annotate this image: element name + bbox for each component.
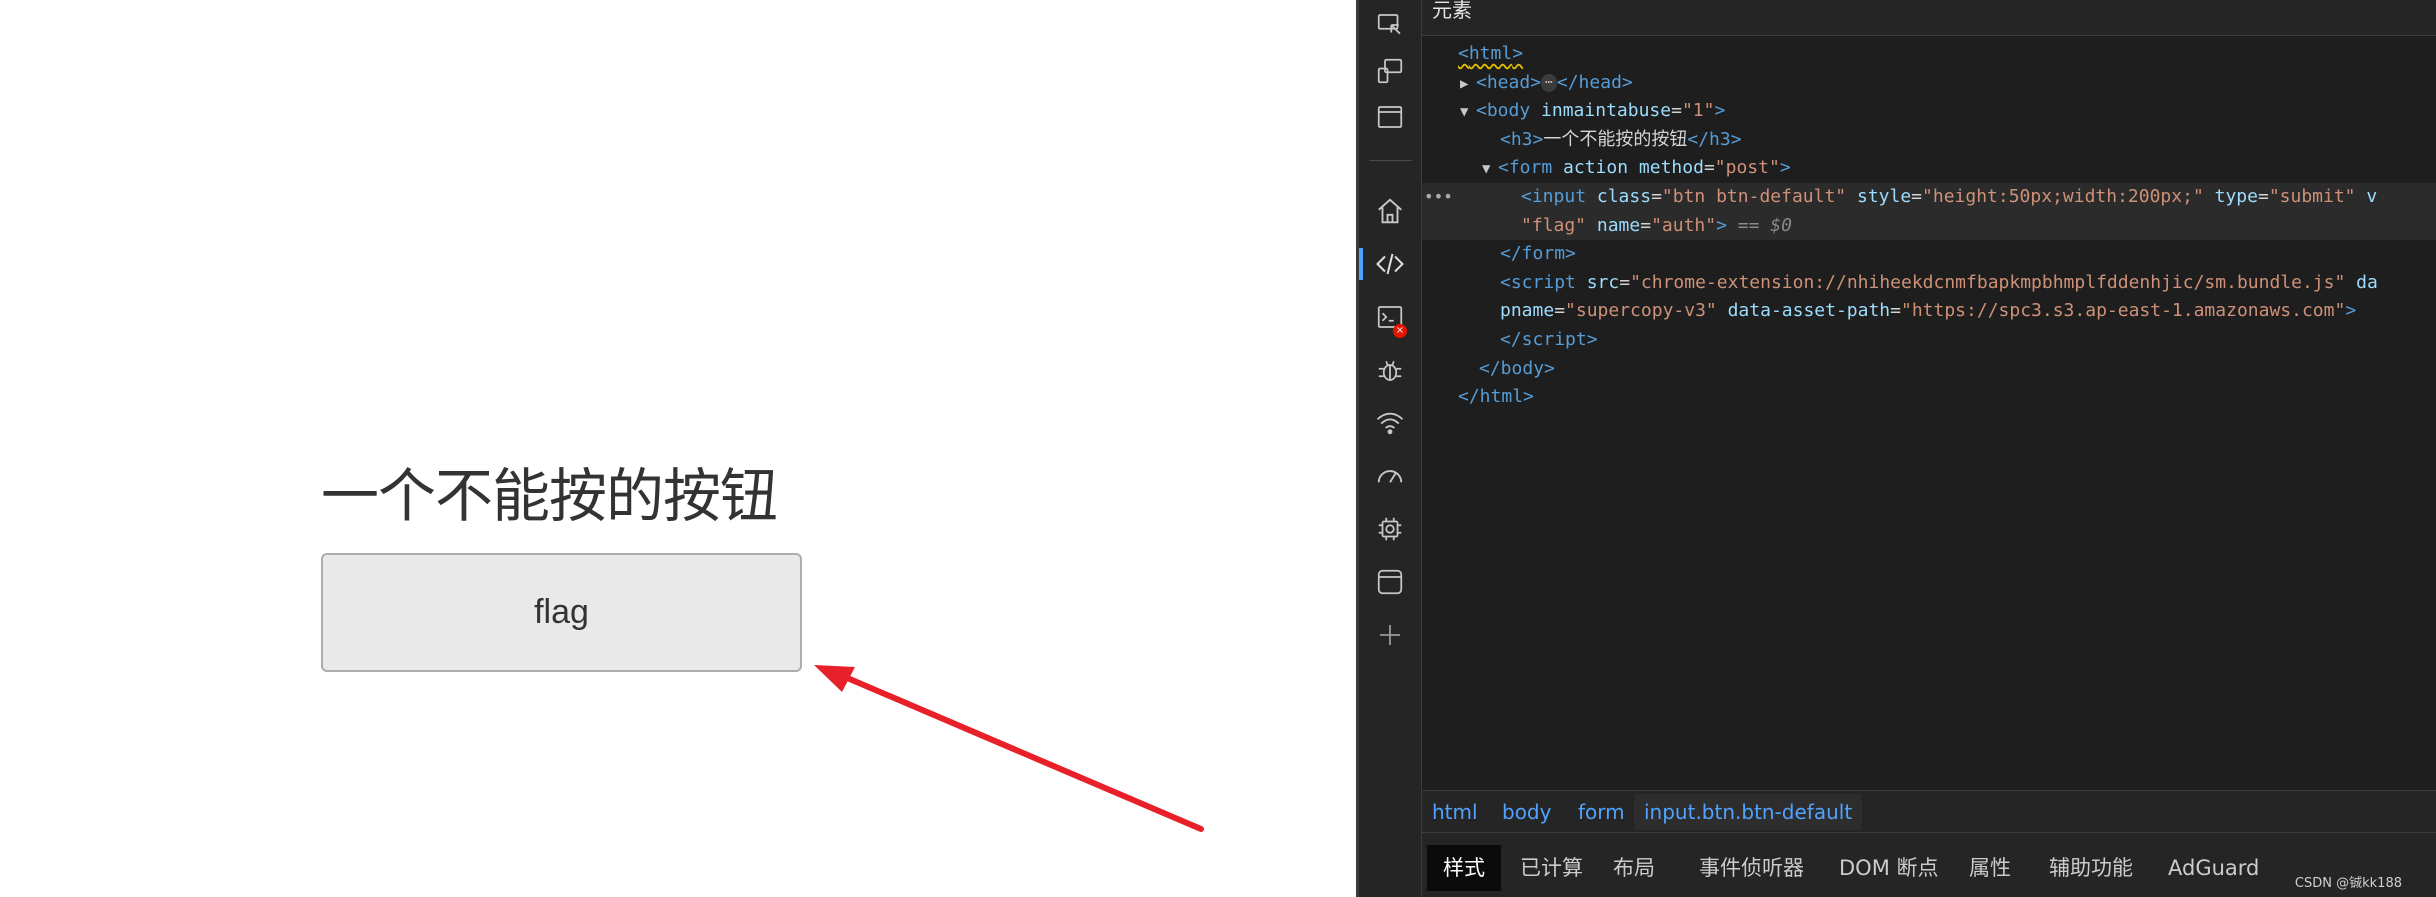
- annotation-arrow: [814, 665, 1204, 832]
- elements-icon[interactable]: [1373, 247, 1407, 281]
- dom-node-form[interactable]: ▼ <form action method="post">: [1422, 154, 2436, 183]
- styles-subtabs: 样式 已计算 布局 事件侦听器 DOM 断点 属性 辅助功能 AdGuard C…: [1422, 832, 2436, 897]
- device-emulation-icon[interactable]: [1373, 54, 1407, 88]
- dom-node-html-close[interactable]: </html>: [1422, 383, 2436, 412]
- window-icon[interactable]: [1373, 100, 1407, 134]
- dom-node-input-selected-cont[interactable]: "flag" name="auth"> == $0: [1422, 211, 2436, 241]
- selected-node-marker: == $0: [1737, 214, 1792, 236]
- network-icon[interactable]: [1373, 406, 1407, 440]
- active-tool-indicator: [1359, 248, 1363, 280]
- tab-styles[interactable]: 样式: [1427, 845, 1501, 891]
- webpage-viewport: 一个不能按的按钮: [0, 0, 1356, 897]
- panel-header: 元素: [1422, 0, 2436, 36]
- page-heading: 一个不能按的按钮: [321, 462, 778, 530]
- collapsed-ellipsis[interactable]: ⋯: [1541, 73, 1557, 92]
- tab-layout[interactable]: 布局: [1613, 845, 1655, 891]
- breadcrumb-form[interactable]: form: [1578, 800, 1625, 824]
- tab-computed[interactable]: 已计算: [1520, 845, 1583, 891]
- panel-title: 元素: [1432, 0, 1472, 22]
- dom-node-h3[interactable]: <h3>一个不能按的按钮</h3>: [1422, 126, 2436, 155]
- tab-accessibility[interactable]: 辅助功能: [2049, 845, 2133, 891]
- tab-adguard[interactable]: AdGuard: [2168, 845, 2259, 891]
- dom-node-html[interactable]: <html>: [1422, 40, 2436, 69]
- breadcrumb-input[interactable]: input.btn.btn-default: [1634, 794, 1863, 830]
- expand-triangle-icon[interactable]: ▶: [1460, 70, 1476, 99]
- devtools-pane: × 元素 <html> ▶ <head> ⋯ </head> ▼ <body i…: [1356, 0, 2436, 897]
- annotation-arrow-shaft: [835, 671, 1204, 832]
- activity-bar: ×: [1359, 0, 1422, 897]
- dom-node-script[interactable]: <script src="chrome-extension://nhiheekd…: [1422, 269, 2436, 298]
- csdn-watermark: CSDN @铖kk188: [2294, 876, 2402, 891]
- dom-node-input-selected[interactable]: ••• <input class="btn btn-default" style=…: [1422, 183, 2436, 212]
- activity-separator: [1369, 160, 1412, 161]
- breadcrumb: html body form input.btn.btn-default: [1422, 790, 2436, 832]
- elements-panel: 元素 <html> ▶ <head> ⋯ </head> ▼ <body inmaint…: [1422, 0, 2436, 897]
- flag-submit-button[interactable]: [321, 553, 802, 672]
- tab-properties[interactable]: 属性: [1969, 845, 2011, 891]
- breadcrumb-html[interactable]: html: [1432, 800, 1478, 824]
- collapse-triangle-icon[interactable]: ▼: [1460, 98, 1476, 127]
- dom-node-form-close[interactable]: </form>: [1422, 240, 2436, 269]
- inspect-icon[interactable]: [1373, 8, 1407, 42]
- tab-dom-breakpoints[interactable]: DOM 断点: [1839, 845, 1939, 891]
- dom-node-script-close[interactable]: </script>: [1422, 326, 2436, 355]
- add-icon[interactable]: [1373, 618, 1407, 652]
- dom-node-head[interactable]: ▶ <head> ⋯ </head>: [1422, 69, 2436, 98]
- dom-node-script-cont[interactable]: pname="supercopy-v3" data-asset-path="ht…: [1422, 297, 2436, 326]
- application-icon[interactable]: [1373, 565, 1407, 599]
- memory-icon[interactable]: [1373, 512, 1407, 546]
- tab-event-listeners[interactable]: 事件侦听器: [1699, 845, 1804, 891]
- dom-node-body-close[interactable]: </body>: [1422, 355, 2436, 384]
- dom-node-body[interactable]: ▼ <body inmaintabuse="1">: [1422, 97, 2436, 126]
- home-icon[interactable]: [1373, 194, 1407, 228]
- dom-tree: <html> ▶ <head> ⋯ </head> ▼ <body inmaintabu…: [1422, 40, 2436, 790]
- console-error-badge: ×: [1393, 324, 1407, 338]
- performance-icon[interactable]: [1373, 459, 1407, 493]
- collapse-triangle-icon[interactable]: ▼: [1482, 155, 1498, 184]
- breadcrumb-body[interactable]: body: [1502, 800, 1551, 824]
- annotation-arrow-head: [814, 665, 855, 692]
- node-actions-icon[interactable]: •••: [1424, 183, 1453, 212]
- debugger-icon[interactable]: [1373, 353, 1407, 387]
